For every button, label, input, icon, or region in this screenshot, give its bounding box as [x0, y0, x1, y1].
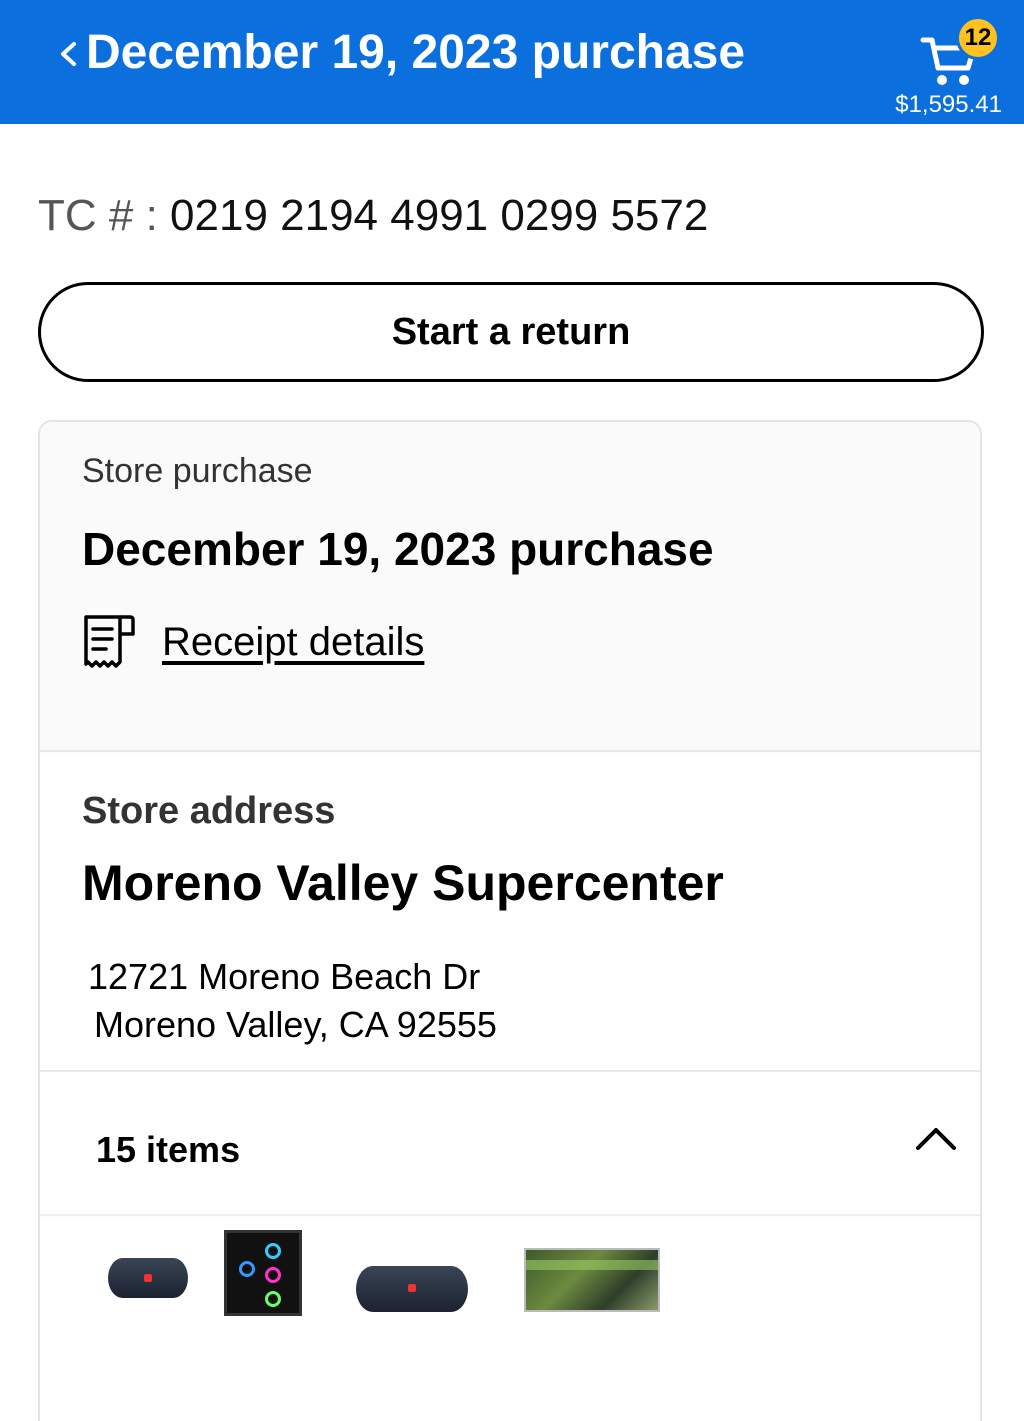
page-title: December 19, 2023 purchase: [86, 26, 746, 79]
store-address-section: Store address Moreno Valley Supercenter …: [40, 754, 980, 1072]
speaker-thumbnail[interactable]: [108, 1258, 188, 1298]
cart-button[interactable]: 12 $1,595.41: [895, 12, 1008, 120]
transaction-code: TC # : 0219 2194 4991 0299 5572: [38, 188, 708, 244]
transaction-code-label: TC # :: [38, 191, 171, 240]
top-bar: December 19, 2023 purchase 12 $1,595.41: [0, 0, 1024, 124]
cart-count-badge: 12: [956, 16, 1000, 60]
items-count: 15 items: [96, 1129, 241, 1170]
chevron-up-icon[interactable]: [914, 1124, 958, 1154]
items-toggle[interactable]: 15 items: [40, 1072, 980, 1216]
chevron-left-icon[interactable]: [56, 30, 80, 78]
purchase-card: Store purchase December 19, 2023 purchas…: [38, 420, 982, 1421]
purchase-title: December 19, 2023 purchase: [82, 523, 714, 575]
address-line-2: Moreno Valley, CA 92555: [94, 1004, 497, 1045]
speaker-thumbnail[interactable]: [356, 1266, 468, 1312]
store-address-label: Store address: [82, 790, 336, 832]
start-return-button[interactable]: Start a return: [38, 282, 984, 382]
item-thumbnails: [40, 1218, 980, 1421]
store-name: Moreno Valley Supercenter: [82, 855, 724, 911]
pc-case-thumbnail[interactable]: [224, 1230, 302, 1316]
address-line-1: 12721 Moreno Beach Dr: [88, 956, 481, 997]
transaction-code-number: 0219 2194 4991 0299 5572: [170, 191, 709, 240]
purchase-summary-section: Store purchase December 19, 2023 purchas…: [40, 422, 980, 752]
cart-total: $1,595.41: [895, 91, 1002, 118]
receipt-details-label: Receipt details: [162, 620, 425, 664]
purchase-type-label: Store purchase: [82, 452, 313, 490]
chevron-left-icon-graphic: [61, 42, 76, 66]
product-box-thumbnail[interactable]: [524, 1248, 660, 1312]
receipt-icon: [84, 615, 135, 668]
